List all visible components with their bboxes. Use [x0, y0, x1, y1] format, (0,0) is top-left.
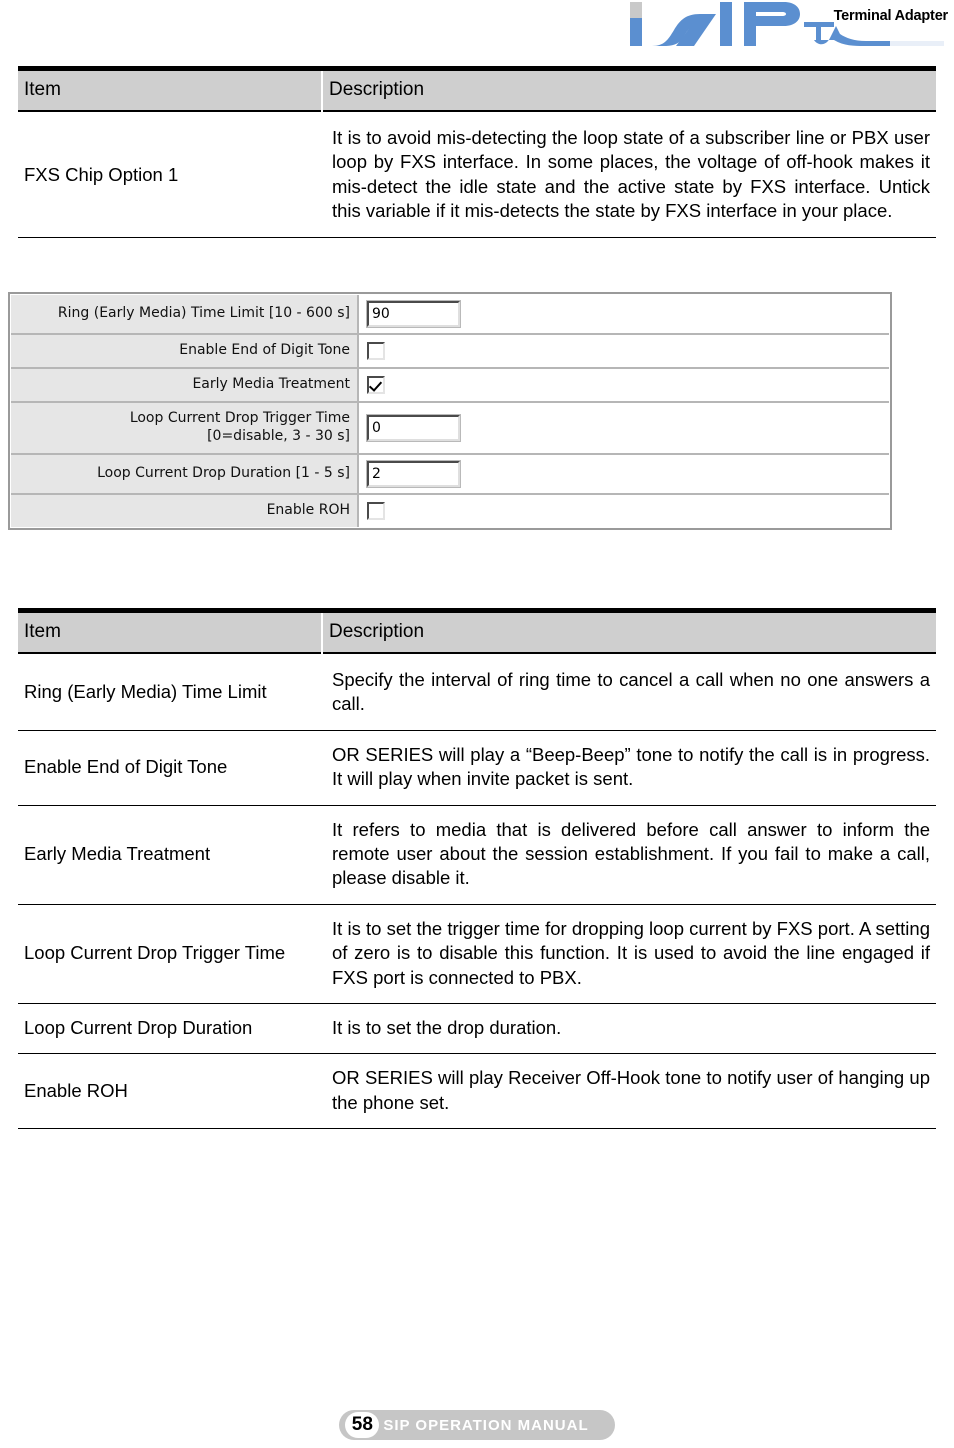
table-row: Enable End of Digit Tone OR SERIES will … — [18, 730, 936, 806]
page-footer: 58 SIP OPERATION MANUAL — [0, 1410, 954, 1440]
config-row-end-of-digit-tone: Enable End of Digit Tone — [11, 335, 889, 369]
label-line-1: Enable ROH — [266, 501, 350, 518]
label-line-1: Enable End of Digit Tone — [179, 342, 350, 358]
footer-pill: 58 SIP OPERATION MANUAL — [339, 1410, 615, 1440]
input-ring-time-limit[interactable] — [366, 300, 461, 328]
checkbox-early-media-treatment[interactable] — [367, 375, 385, 394]
column-header-description: Description — [322, 66, 936, 112]
cell-description: OR SERIES will play Receiver Off-Hook to… — [322, 1053, 936, 1130]
page-number: 58 — [345, 1412, 380, 1438]
checkbox-enable-end-of-digit-tone[interactable] — [367, 341, 385, 360]
table-head: Item Description — [18, 66, 936, 114]
column-header-description: Description — [322, 608, 936, 654]
cell-description: It is to set the trigger time for droppi… — [322, 904, 936, 1005]
cell-description: Specify the interval of ring time to can… — [322, 656, 936, 731]
fxs-chip-option-table: Item Description FXS Chip Option 1 It is… — [18, 66, 936, 238]
table-row: FXS Chip Option 1 It is to avoid mis-det… — [18, 114, 936, 238]
cell-description: It is to set the drop duration. — [322, 1003, 936, 1055]
table-row: Loop Current Drop Trigger Time It is to … — [18, 904, 936, 1005]
label-line-2: [0=disable, 3 - 30 s] — [207, 427, 350, 444]
table-body: FXS Chip Option 1 It is to avoid mis-det… — [18, 114, 936, 238]
label-end-of-digit-tone: Enable End of Digit Tone — [11, 335, 359, 367]
label-loop-drop-trigger-time: Loop Current Drop Trigger Time [0=disabl… — [11, 402, 359, 453]
field-ring-time-limit — [359, 295, 889, 333]
label-line-1: Loop Current Drop Duration [1 - 5 s] — [97, 464, 350, 481]
config-row-ring-time-limit: Ring (Early Media) Time Limit [10 - 600 … — [11, 295, 889, 335]
label-early-media-treatment: Early Media Treatment — [11, 368, 359, 401]
table-row: Loop Current Drop Duration It is to set … — [18, 1003, 936, 1055]
label-ring-time-limit: Ring (Early Media) Time Limit [10 - 600 … — [11, 295, 359, 333]
cell-item: Early Media Treatment — [18, 805, 322, 905]
input-loop-drop-trigger-time[interactable] — [366, 413, 461, 442]
cell-description: OR SERIES will play a “Beep-Beep” tone t… — [322, 730, 936, 806]
table-row: Early Media Treatment It refers to media… — [18, 805, 936, 905]
label-line-1: Early Media Treatment — [192, 375, 350, 392]
label-line-1: Loop Current Drop Trigger Time — [129, 409, 350, 426]
cell-description: It is to avoid mis-detecting the loop st… — [322, 114, 936, 238]
table-header-row: Item Description — [18, 66, 936, 112]
cell-item: Enable End of Digit Tone — [18, 730, 322, 806]
table-head: Item Description — [18, 608, 936, 656]
config-row-loop-drop-duration: Loop Current Drop Duration [1 - 5 s] — [11, 454, 889, 495]
cell-item: Enable ROH — [18, 1053, 322, 1130]
config-row-early-media-treatment: Early Media Treatment — [11, 368, 889, 403]
manual-title: SIP OPERATION MANUAL — [383, 1416, 589, 1434]
cell-description: It refers to media that is delivered bef… — [322, 805, 936, 905]
column-header-item: Item — [18, 66, 323, 112]
input-loop-drop-duration[interactable] — [366, 459, 461, 488]
field-enable-roh — [359, 494, 889, 527]
cell-item: Ring (Early Media) Time Limit — [18, 656, 322, 731]
label-line-1: Ring (Early Media) Time Limit [10 - 600 … — [57, 305, 350, 322]
field-loop-drop-trigger-time — [359, 402, 889, 453]
cell-item: Loop Current Drop Duration — [18, 1003, 322, 1055]
ring-settings-description-table: Item Description Ring (Early Media) Time… — [18, 608, 936, 1130]
field-loop-drop-duration — [359, 454, 889, 493]
table-header-row: Item Description — [18, 608, 936, 654]
cell-item: Loop Current Drop Trigger Time — [18, 904, 322, 1005]
label-enable-roh: Enable ROH — [11, 494, 359, 527]
table-row: Ring (Early Media) Time Limit Specify th… — [18, 656, 936, 731]
column-header-item: Item — [18, 608, 323, 654]
cell-item: FXS Chip Option 1 — [18, 114, 322, 238]
label-loop-drop-duration: Loop Current Drop Duration [1 - 5 s] — [11, 454, 359, 493]
table-body: Ring (Early Media) Time Limit Specify th… — [18, 656, 936, 1130]
page-header: Terminal Adapter — [0, 0, 954, 56]
checkbox-enable-roh[interactable] — [367, 501, 385, 520]
config-row-loop-drop-trigger-time: Loop Current Drop Trigger Time [0=disabl… — [11, 402, 889, 455]
brand-tagline: Terminal Adapter — [833, 8, 949, 24]
field-early-media-treatment — [359, 368, 889, 401]
ring-settings-panel: Ring (Early Media) Time Limit [10 - 600 … — [8, 292, 892, 530]
table-row: Enable ROH OR SERIES will play Receiver … — [18, 1053, 936, 1130]
config-row-enable-roh: Enable ROH — [11, 494, 889, 527]
field-end-of-digit-tone — [359, 335, 889, 367]
